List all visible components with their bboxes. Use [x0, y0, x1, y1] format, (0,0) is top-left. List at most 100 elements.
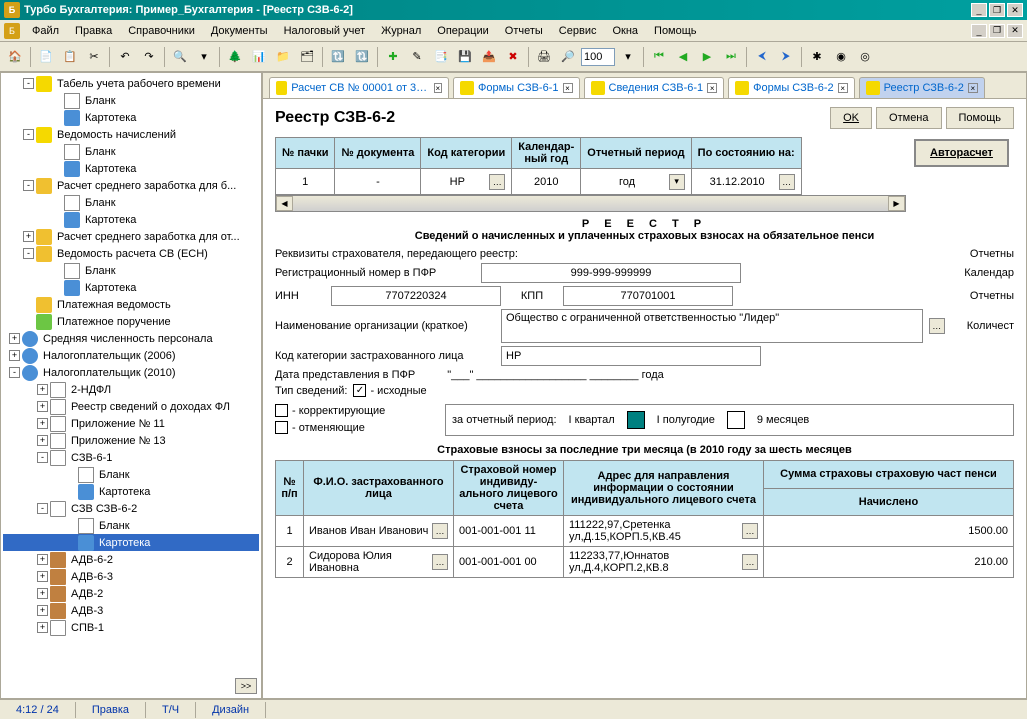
cell-sum[interactable]: 1500.00: [764, 516, 1014, 547]
tree-item[interactable]: +Реестр сведений о доходах ФЛ: [3, 398, 259, 415]
period-cell[interactable]: год▾: [581, 169, 691, 195]
date-picker-icon[interactable]: …: [779, 174, 795, 190]
save-icon[interactable]: 💾: [454, 46, 476, 68]
docnum-value[interactable]: -: [335, 169, 421, 195]
tree-item[interactable]: +АДВ-3: [3, 602, 259, 619]
menu-6[interactable]: Операции: [429, 23, 496, 39]
tree-item[interactable]: -Табель учета рабочего времени: [3, 75, 259, 92]
tree-item[interactable]: +Приложение № 11: [3, 415, 259, 432]
mdi-restore-button[interactable]: ❐: [989, 24, 1005, 38]
tree-toggle-icon[interactable]: -: [23, 248, 34, 259]
tree-item[interactable]: -Расчет среднего заработка для б...: [3, 177, 259, 194]
tree-toggle-icon[interactable]: +: [37, 384, 48, 395]
menu-4[interactable]: Налоговый учет: [276, 23, 374, 39]
tree-item[interactable]: Картотека: [3, 160, 259, 177]
tree-item[interactable]: Бланк: [3, 194, 259, 211]
tree-item[interactable]: +Налогоплательщик (2006): [3, 347, 259, 364]
tree-item[interactable]: Картотека: [3, 534, 259, 551]
scroll-right-icon[interactable]: ▶: [888, 196, 905, 211]
table-row[interactable]: 1Иванов Иван Иванович…001-001-001 111112…: [276, 516, 1014, 547]
action3-icon[interactable]: ◎: [854, 46, 876, 68]
tree-toggle-icon[interactable]: +: [37, 418, 48, 429]
tab-close-icon[interactable]: ×: [563, 83, 573, 93]
addr-picker-icon[interactable]: …: [742, 554, 758, 570]
tree-toggle-icon[interactable]: [65, 537, 76, 548]
folder-icon[interactable]: 📁: [272, 46, 294, 68]
tree-item[interactable]: Картотека: [3, 211, 259, 228]
maximize-button[interactable]: ❐: [989, 3, 1005, 17]
tree-item[interactable]: Бланк: [3, 143, 259, 160]
pack-value[interactable]: 1: [276, 169, 335, 195]
zoom-input[interactable]: [581, 48, 615, 66]
tree-item[interactable]: +СПВ-1: [3, 619, 259, 636]
tree-item[interactable]: +Расчет среднего заработка для от...: [3, 228, 259, 245]
refresh-icon[interactable]: 🔃: [327, 46, 349, 68]
tree-toggle-icon[interactable]: +: [37, 401, 48, 412]
tree-toggle-icon[interactable]: +: [37, 571, 48, 582]
type-source-checkbox[interactable]: ✓- исходные: [353, 384, 426, 397]
status-tch[interactable]: Т/Ч: [146, 702, 196, 718]
status-mode[interactable]: Правка: [76, 702, 146, 718]
tree-toggle-icon[interactable]: -: [9, 367, 20, 378]
tree-toggle-icon[interactable]: +: [9, 350, 20, 361]
tree-toggle-icon[interactable]: -: [23, 180, 34, 191]
zoom-dropdown-icon[interactable]: ▾: [617, 46, 639, 68]
tree-item[interactable]: Картотека: [3, 483, 259, 500]
tree-toggle-icon[interactable]: [65, 469, 76, 480]
type-corr-checkbox[interactable]: - корректирующие: [275, 404, 435, 417]
tree-item[interactable]: Картотека: [3, 279, 259, 296]
tab-close-icon[interactable]: ×: [434, 83, 442, 93]
menu-7[interactable]: Отчеты: [497, 23, 551, 39]
tree-toggle-icon[interactable]: +: [37, 588, 48, 599]
redo-icon[interactable]: ↷: [138, 46, 160, 68]
ok-button[interactable]: OK: [830, 107, 872, 129]
tab[interactable]: Сведения СЗВ-6-1×: [584, 77, 725, 98]
back-icon[interactable]: ⮜: [751, 46, 773, 68]
tree-toggle-icon[interactable]: [51, 112, 62, 123]
tree-item[interactable]: -Ведомость начислений: [3, 126, 259, 143]
period-h1-box[interactable]: [727, 411, 745, 429]
tree-toggle-icon[interactable]: [65, 486, 76, 497]
period-dropdown-icon[interactable]: ▾: [669, 174, 685, 190]
reg-input[interactable]: 999-999-999999: [481, 263, 741, 283]
menu-5[interactable]: Журнал: [373, 23, 429, 39]
tree-toggle-icon[interactable]: [51, 282, 62, 293]
tree-toggle-icon[interactable]: +: [37, 605, 48, 616]
tree-toggle-icon[interactable]: +: [37, 435, 48, 446]
tree-toggle-icon[interactable]: +: [9, 333, 20, 344]
fio-picker-icon[interactable]: …: [432, 554, 448, 570]
tree-toggle-icon[interactable]: [51, 146, 62, 157]
nav-first-icon[interactable]: ⏮: [648, 46, 670, 68]
mdi-minimize-button[interactable]: _: [971, 24, 987, 38]
tree-toggle-icon[interactable]: [51, 265, 62, 276]
tree-toggle-icon[interactable]: [51, 95, 62, 106]
menu-3[interactable]: Документы: [203, 23, 276, 39]
tree-item[interactable]: +Средняя численность персонала: [3, 330, 259, 347]
cat-picker-icon[interactable]: …: [489, 174, 505, 190]
grid1-scrollbar[interactable]: ◀ ▶: [275, 195, 906, 212]
search-dropdown-icon[interactable]: ▾: [193, 46, 215, 68]
tree-item[interactable]: -СЗВ-6-1: [3, 449, 259, 466]
tree-toggle-icon[interactable]: +: [37, 622, 48, 633]
cell-fio[interactable]: Иванов Иван Иванович…: [304, 516, 454, 547]
minimize-button[interactable]: _: [971, 3, 987, 17]
help-button[interactable]: Помощь: [946, 107, 1015, 129]
tree-item[interactable]: +Приложение № 13: [3, 432, 259, 449]
cell-addr[interactable]: 112233,77,Юннатов ул,Д.4,КОРП.2,КВ.8…: [564, 547, 764, 578]
cut-icon[interactable]: ✂: [83, 46, 105, 68]
delete-icon[interactable]: ✖: [502, 46, 524, 68]
edit-icon[interactable]: ✎: [406, 46, 428, 68]
tab-close-icon[interactable]: ×: [838, 83, 848, 93]
new-icon[interactable]: ✚: [382, 46, 404, 68]
print-icon[interactable]: 🖨: [533, 46, 555, 68]
org-picker-icon[interactable]: …: [929, 318, 945, 334]
cell-snils[interactable]: 001-001-001 11: [454, 516, 564, 547]
chart-icon[interactable]: 📊: [248, 46, 270, 68]
tree-toggle-icon[interactable]: [65, 520, 76, 531]
kpp-input[interactable]: 770701001: [563, 286, 733, 306]
tree-item[interactable]: Бланк: [3, 517, 259, 534]
type-cancel-checkbox[interactable]: - отменяющие: [275, 421, 435, 434]
nav-last-icon[interactable]: ⏭: [720, 46, 742, 68]
home-icon[interactable]: 🏠: [4, 46, 26, 68]
autocalc-button[interactable]: Авторасчет: [914, 139, 1009, 167]
